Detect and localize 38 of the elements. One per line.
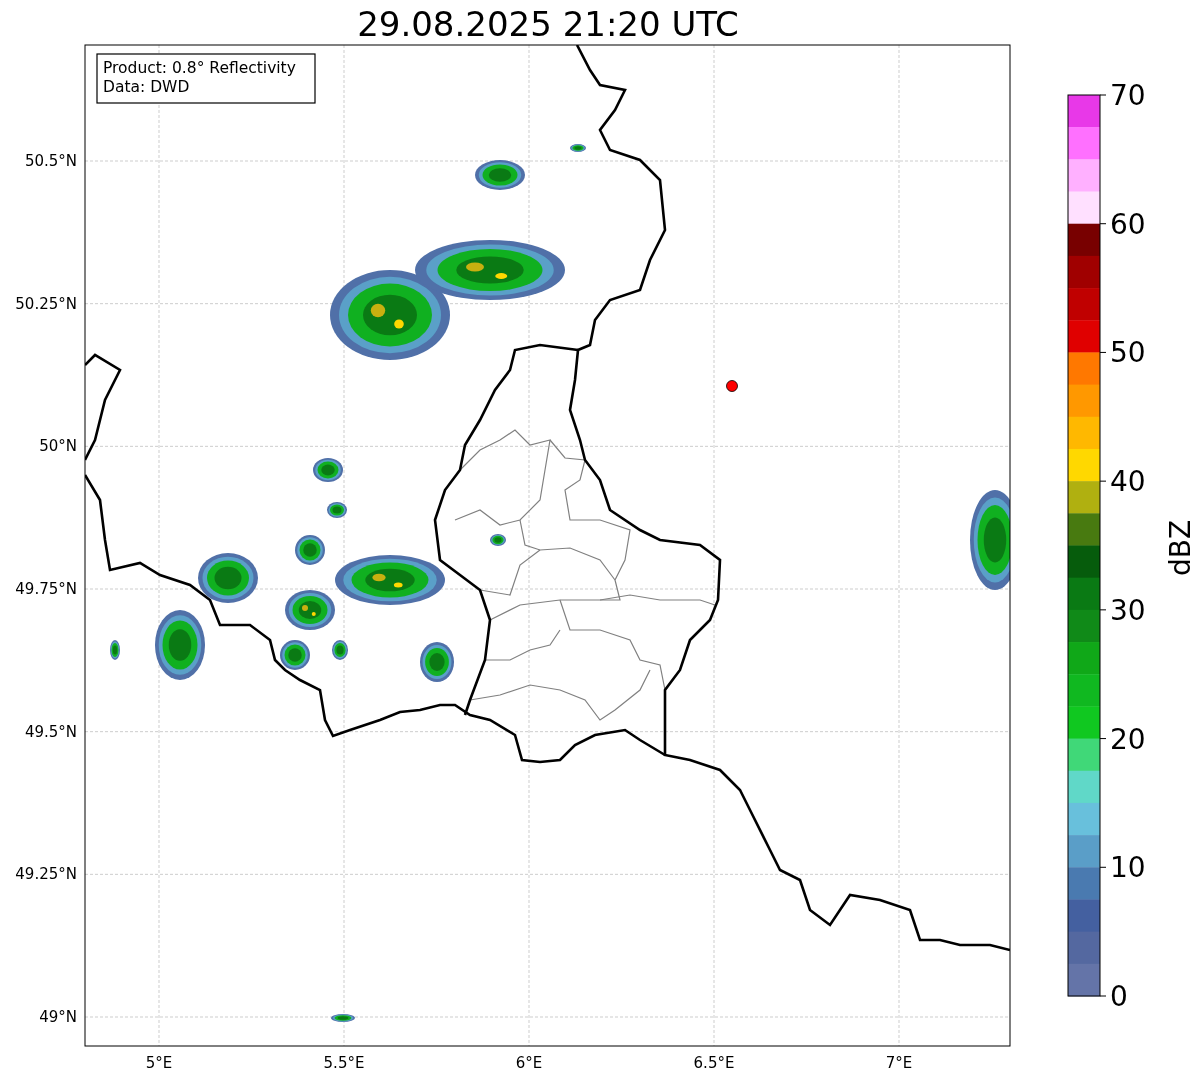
colorbar-tick-label: 20 xyxy=(1110,722,1146,756)
colorbar-tick-label: 40 xyxy=(1110,465,1146,499)
colorbar-label: dBZ xyxy=(1164,519,1197,577)
rain-echo xyxy=(420,642,454,682)
colorbar-tick-label: 0 xyxy=(1110,980,1128,1013)
rain-echo xyxy=(327,502,347,518)
rain-echo xyxy=(295,535,325,565)
rain-echo xyxy=(280,640,310,670)
axis-tick-label: 5°E xyxy=(145,1054,173,1072)
rain-echo xyxy=(475,160,525,190)
axis-tick-label: 5.5°E xyxy=(323,1054,365,1072)
rain-echo xyxy=(490,534,506,546)
colorbar-tick-label: 60 xyxy=(1110,207,1146,241)
axis-tick-label: 49.75°N xyxy=(15,580,77,598)
axis-tick-label: 7°E xyxy=(885,1054,913,1072)
rain-echo xyxy=(198,553,258,603)
info-text: Product: 0.8° Reflectivity xyxy=(103,59,296,77)
axis-tick-label: 49°N xyxy=(39,1008,77,1026)
rain-echo xyxy=(155,610,205,680)
axis-tick-label: 50.25°N xyxy=(15,294,77,313)
colorbar-tick-label: 30 xyxy=(1110,593,1146,627)
chart-title: 29.08.2025 21:20 UTC xyxy=(357,4,739,44)
axis-tick-label: 6°E xyxy=(515,1054,543,1072)
axis-tick-label: 50.5°N xyxy=(24,152,77,170)
axis-tick-label: 6.5°E xyxy=(693,1054,735,1072)
colorbar-tick-label: 50 xyxy=(1110,336,1146,370)
axis-tick-label: 50°N xyxy=(39,437,77,456)
axis-tick-label: 49.25°N xyxy=(15,865,77,884)
rain-echo xyxy=(110,640,120,660)
colorbar-tick-label: 70 xyxy=(1110,79,1146,112)
info-text: Data: DWD xyxy=(103,78,190,96)
axis-tick-label: 49.5°N xyxy=(24,722,77,741)
rain-echo xyxy=(313,458,343,482)
rain-echo xyxy=(331,1014,355,1022)
rain-echo xyxy=(332,640,348,660)
location-marker xyxy=(726,380,738,392)
rain-echo xyxy=(570,144,586,152)
colorbar-tick-label: 10 xyxy=(1110,851,1146,885)
